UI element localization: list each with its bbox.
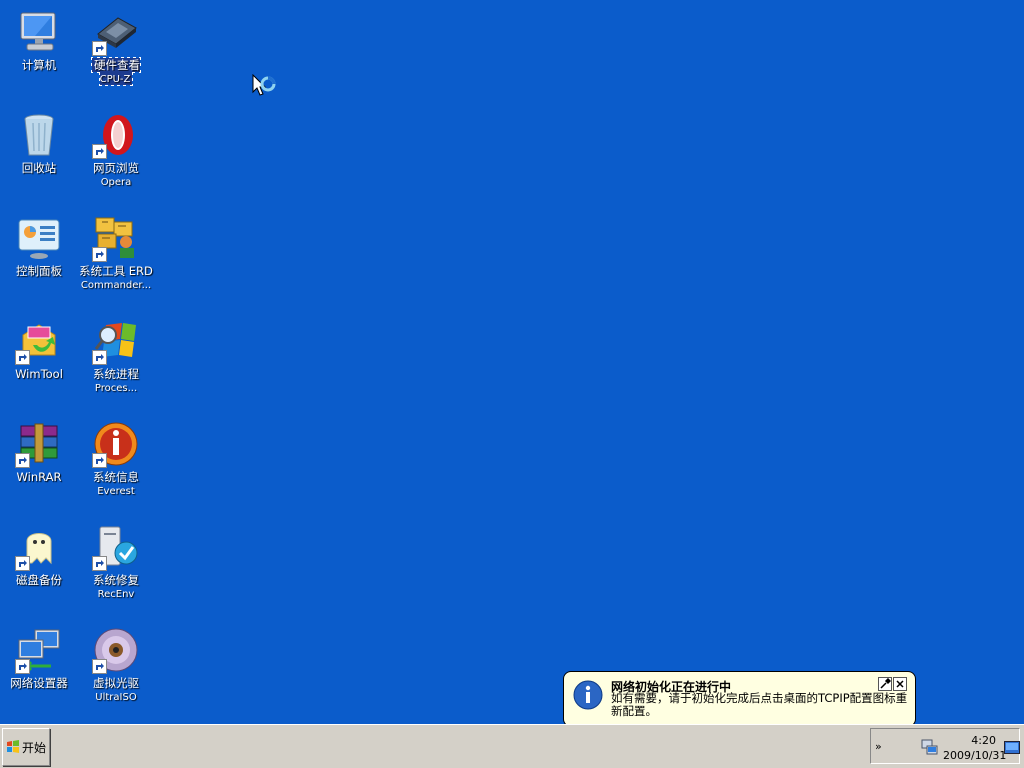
desktop-icon-computer[interactable]: 计算机 — [1, 8, 77, 72]
busy-cursor-icon — [252, 73, 278, 102]
desktop[interactable]: 计算机 回收站 控制面板 WimTool WinRAR 磁盘备份 网络设置器 硬… — [0, 0, 1024, 724]
close-icon — [896, 680, 904, 688]
winrar-icon — [15, 420, 63, 468]
shortcut-arrow-icon — [15, 556, 30, 571]
desktop-icon-wimtool[interactable]: WimTool — [1, 317, 77, 381]
icon-label: 硬件查看 — [94, 58, 140, 72]
icon-sublabel: Opera — [100, 177, 132, 188]
desktop-icon-erd-commander[interactable]: 系统工具 ERD Commander... — [78, 214, 154, 292]
desktop-icon-recycle-bin[interactable]: 回收站 — [1, 111, 77, 175]
ghost-icon — [15, 523, 63, 571]
icon-label: 系统信息 — [93, 470, 139, 484]
balloon-message: 如有需要，请于初始化完成后点击桌面的TCPIP配置图标重新配置。 — [611, 691, 908, 718]
icon-label: WimTool — [15, 367, 63, 381]
icon-label: 磁盘备份 — [16, 573, 62, 587]
network-settings-icon — [15, 626, 63, 674]
icon-label: 系统工具 ERD — [79, 264, 153, 278]
desktop-icon-recenv[interactable]: 系统修复 RecEnv — [78, 523, 154, 601]
icon-label: 回收站 — [21, 161, 57, 175]
control-panel-icon — [15, 214, 63, 262]
shortcut-arrow-icon — [92, 144, 107, 159]
computer-icon — [15, 8, 63, 56]
icon-sublabel: UltraISO — [95, 692, 137, 703]
tray-expand-button[interactable]: » — [875, 740, 882, 753]
system-tray: » 4:20 2009/10/31 — [870, 728, 1020, 764]
balloon-close-button[interactable] — [893, 677, 907, 691]
icon-label: 系统进程 — [93, 367, 139, 381]
shortcut-arrow-icon — [15, 350, 30, 365]
shortcut-arrow-icon — [15, 659, 30, 674]
balloon-options-button[interactable] — [878, 677, 892, 691]
cpuz-icon — [92, 8, 140, 56]
icon-label: 网络设置器 — [10, 676, 68, 690]
shortcut-arrow-icon — [92, 247, 107, 262]
clock-time[interactable]: 4:20 — [956, 734, 996, 747]
desktop-icon-ultraiso[interactable]: 虚拟光驱 UltraISO — [78, 626, 154, 704]
icon-label: WinRAR — [16, 470, 62, 484]
shortcut-arrow-icon — [15, 453, 30, 468]
icon-sublabel: RecEnv — [97, 589, 135, 600]
ultraiso-icon — [92, 626, 140, 674]
shortcut-arrow-icon — [92, 659, 107, 674]
icon-label: 控制面板 — [16, 264, 62, 278]
shortcut-arrow-icon — [92, 350, 107, 365]
icon-sublabel: CPU-Z — [99, 74, 131, 85]
start-button[interactable]: 开始 — [2, 728, 50, 766]
notification-balloon[interactable]: 网络初始化正在进行中 如有需要，请于初始化完成后点击桌面的TCPIP配置图标重新… — [563, 671, 916, 727]
icon-sublabel: Proces... — [94, 383, 138, 394]
opera-icon — [92, 111, 140, 159]
everest-icon — [92, 420, 140, 468]
recycle-bin-icon — [15, 111, 63, 159]
desktop-icon-control-panel[interactable]: 控制面板 — [1, 214, 77, 278]
network-tray-icon[interactable] — [921, 739, 939, 757]
desktop-icon-opera[interactable]: 网页浏览 Opera — [78, 111, 154, 189]
windows-flag-icon — [6, 740, 19, 753]
info-icon — [573, 680, 603, 710]
desktop-icon-network-settings[interactable]: 网络设置器 — [1, 626, 77, 690]
start-label: 开始 — [21, 740, 46, 755]
process-icon — [92, 317, 140, 365]
shortcut-arrow-icon — [92, 41, 107, 56]
icon-label: 虚拟光驱 — [93, 676, 139, 690]
desktop-icon-cpuz[interactable]: 硬件查看 CPU-Z — [78, 8, 154, 86]
icon-sublabel: Commander... — [80, 280, 152, 291]
icon-label: 计算机 — [21, 58, 57, 72]
clock-date[interactable]: 2009/10/31 — [943, 749, 1006, 762]
icon-sublabel: Everest — [97, 486, 135, 497]
icon-label: 系统修复 — [93, 573, 139, 587]
desktop-icon-everest[interactable]: 系统信息 Everest — [78, 420, 154, 498]
desktop-icon-process[interactable]: 系统进程 Proces... — [78, 317, 154, 395]
erd-commander-icon — [92, 214, 140, 262]
icon-label: 网页浏览 — [93, 161, 139, 175]
wimtool-icon — [15, 317, 63, 365]
shortcut-arrow-icon — [92, 453, 107, 468]
taskbar: 开始 » 4:20 2009/10/31 — [0, 724, 1024, 768]
shortcut-arrow-icon — [92, 556, 107, 571]
wrench-icon — [880, 677, 892, 689]
desktop-icon-winrar[interactable]: WinRAR — [1, 420, 77, 484]
desktop-icon-ghost[interactable]: 磁盘备份 — [1, 523, 77, 587]
show-desktop-icon[interactable] — [1004, 741, 1020, 755]
recenv-icon — [92, 523, 140, 571]
